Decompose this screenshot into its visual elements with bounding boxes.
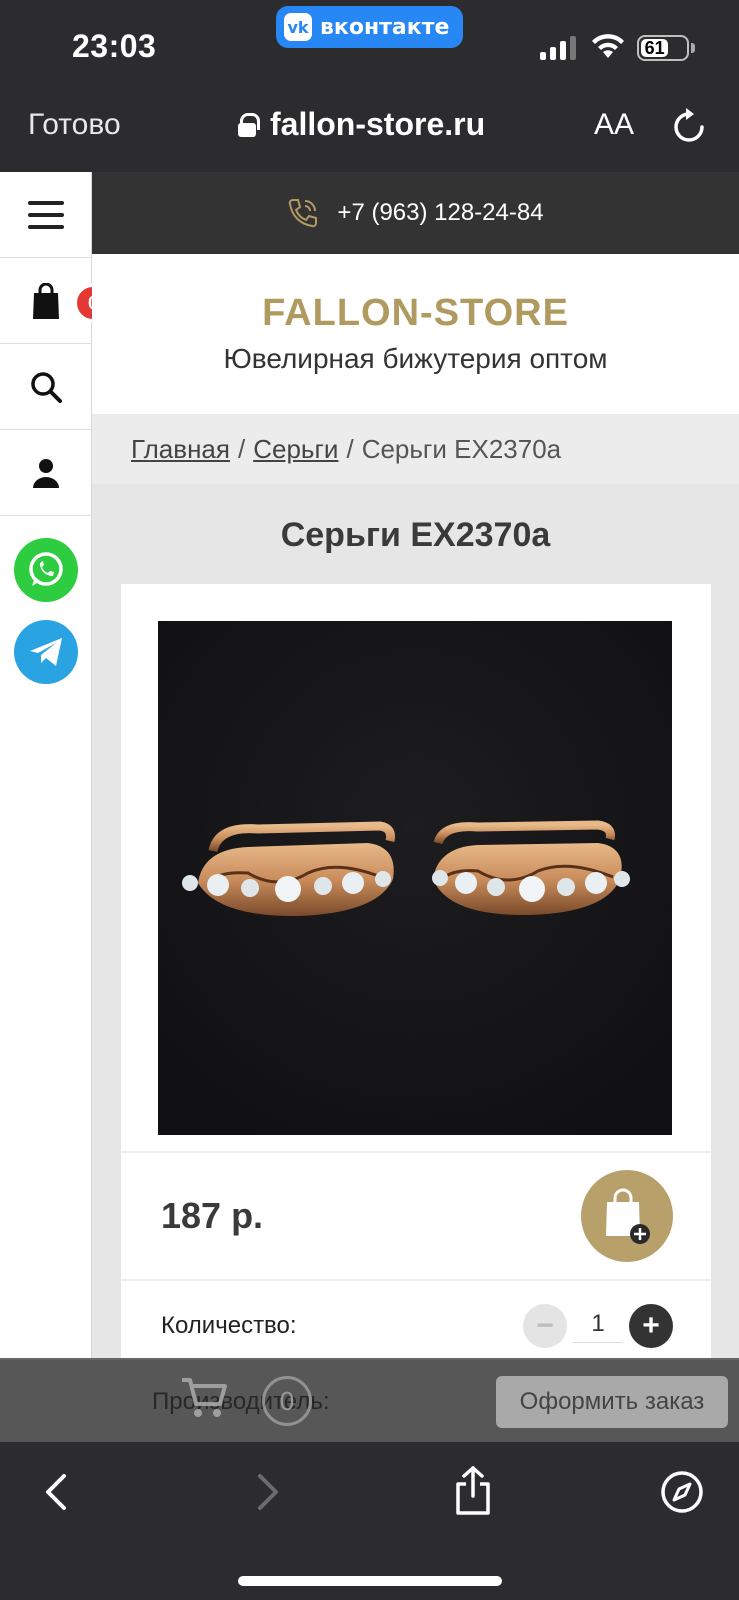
breadcrumb: Главная / Серьги / Серьги EX2370a bbox=[92, 414, 739, 484]
vk-logo-icon: vk bbox=[284, 13, 312, 41]
back-icon[interactable] bbox=[40, 1472, 70, 1512]
earrings-image bbox=[158, 621, 672, 1135]
quantity-row: Количество: − 1 + bbox=[121, 1281, 711, 1360]
battery-level: 61 bbox=[641, 38, 669, 58]
home-indicator bbox=[238, 1576, 502, 1586]
search-icon bbox=[31, 371, 62, 403]
reload-icon[interactable] bbox=[672, 108, 706, 144]
address-field[interactable]: fallon-store.ru bbox=[238, 106, 485, 143]
page-title: Серьги EX2370a bbox=[280, 516, 551, 554]
brand-tagline: Ювелирная бижутерия оптом bbox=[223, 343, 608, 374]
lock-icon bbox=[238, 112, 260, 137]
compass-icon[interactable] bbox=[660, 1470, 704, 1514]
account-button[interactable] bbox=[0, 430, 92, 516]
quantity-stepper: − 1 + bbox=[523, 1304, 673, 1348]
user-icon bbox=[33, 458, 59, 488]
forward-icon[interactable] bbox=[254, 1472, 284, 1512]
breadcrumb-category[interactable]: Серьги bbox=[253, 434, 338, 465]
cart-icon[interactable] bbox=[180, 1376, 228, 1420]
add-to-cart-button[interactable] bbox=[581, 1170, 673, 1262]
phone-icon bbox=[289, 199, 318, 228]
product-photo[interactable] bbox=[158, 621, 672, 1135]
phone-bar[interactable]: +7 (963) 128-24-84 bbox=[92, 172, 739, 254]
battery-indicator: 61 bbox=[637, 35, 689, 61]
floating-cart-count: 0 bbox=[262, 1376, 312, 1426]
menu-button[interactable] bbox=[0, 172, 92, 258]
phone-number[interactable]: +7 (963) 128-24-84 bbox=[337, 199, 543, 227]
checkout-button[interactable]: Оформить заказ bbox=[496, 1376, 728, 1428]
breadcrumb-separator: / bbox=[237, 433, 246, 464]
wifi-icon bbox=[592, 34, 624, 58]
price-row: 187 р. bbox=[121, 1153, 711, 1281]
battery-tip bbox=[691, 43, 695, 53]
quantity-label: Количество: bbox=[161, 1312, 297, 1339]
quantity-decrease-button[interactable]: − bbox=[523, 1304, 567, 1348]
whatsapp-button[interactable] bbox=[13, 538, 78, 602]
floating-cart-bar: Производитель: 0 Оформить заказ bbox=[0, 1358, 739, 1442]
screen: 23:03 vk вконтакте 61 Готово fallon-stor… bbox=[0, 0, 739, 1600]
product-card: 187 р. Количество: − 1 + bbox=[121, 584, 711, 1360]
vk-back-pill[interactable]: vk вконтакте bbox=[276, 6, 463, 48]
status-bar: 23:03 vk вконтакте 61 bbox=[0, 0, 739, 88]
text-size-button[interactable]: AA bbox=[594, 108, 634, 142]
telegram-icon bbox=[29, 638, 62, 666]
brand-logo[interactable]: FALLON-STORE bbox=[92, 292, 739, 335]
site-header: FALLON-STORE Ювелирная бижутерия оптом bbox=[92, 254, 739, 414]
hamburger-icon bbox=[28, 200, 64, 229]
share-icon[interactable] bbox=[453, 1466, 493, 1516]
breadcrumb-home[interactable]: Главная bbox=[131, 434, 230, 465]
breadcrumb-separator: / bbox=[346, 433, 354, 464]
done-button[interactable]: Готово bbox=[28, 108, 121, 142]
quantity-input[interactable]: 1 bbox=[573, 1310, 623, 1343]
product-image-wrap bbox=[121, 584, 711, 1153]
clock: 23:03 bbox=[72, 28, 157, 64]
url-text: fallon-store.ru bbox=[270, 106, 486, 142]
cart-button[interactable]: 0 bbox=[0, 258, 112, 344]
left-sidebar: 0 bbox=[0, 172, 112, 1360]
telegram-button[interactable] bbox=[13, 620, 78, 684]
shopping-bag-icon bbox=[33, 282, 59, 319]
browser-url-bar: Готово fallon-store.ru AA bbox=[0, 88, 739, 172]
cellular-signal-icon bbox=[540, 36, 576, 60]
search-button[interactable] bbox=[0, 344, 92, 430]
vk-back-label: вконтакте bbox=[320, 14, 450, 40]
add-to-cart-icon bbox=[606, 1188, 650, 1244]
whatsapp-icon bbox=[28, 552, 63, 586]
breadcrumb-current: Серьги EX2370a bbox=[361, 433, 562, 464]
product-price: 187 р. bbox=[161, 1195, 264, 1236]
page-content: +7 (963) 128-24-84 FALLON-STORE Ювелирна… bbox=[92, 172, 739, 1360]
quantity-increase-button[interactable]: + bbox=[629, 1304, 673, 1348]
